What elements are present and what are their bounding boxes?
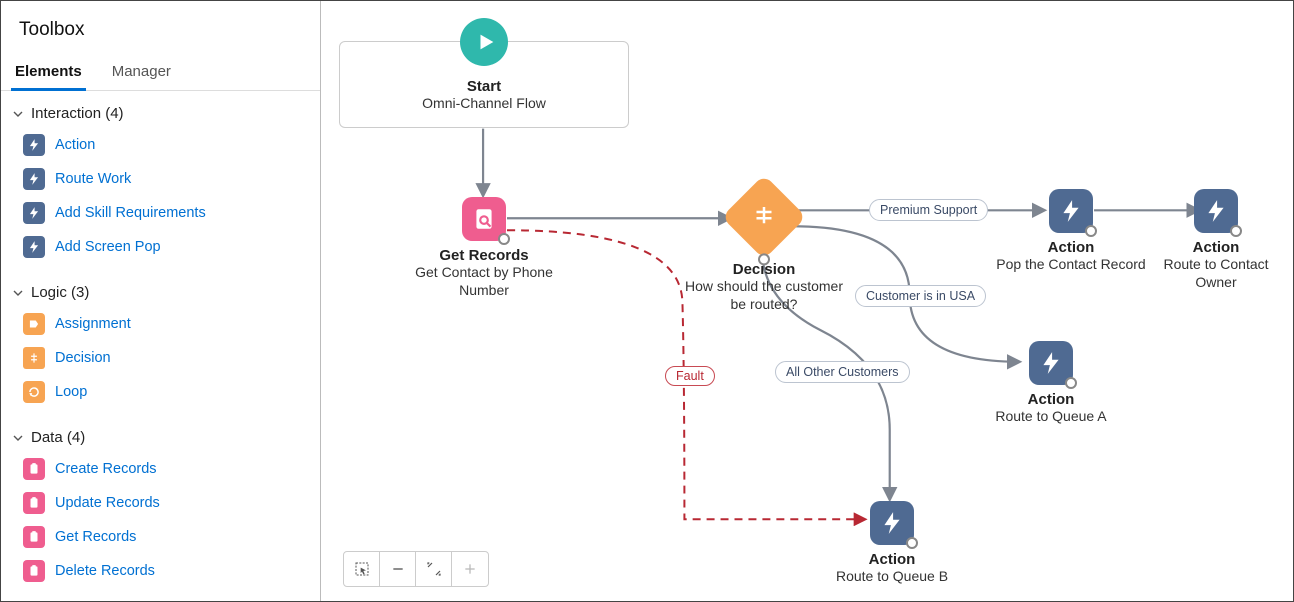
category-header-interaction[interactable]: Interaction (4): [13, 101, 310, 126]
edge-label-all-other-customers[interactable]: All Other Customers: [775, 361, 910, 383]
sidebar-item-add-screen-pop[interactable]: Add Screen Pop: [21, 230, 310, 264]
clipboard-icon: [23, 560, 45, 582]
chevron-down-icon: [13, 288, 23, 298]
sidebar-item-label: Update Records: [55, 495, 160, 511]
category-label: Data (4): [31, 429, 85, 446]
flow-canvas[interactable]: Start Omni-Channel Flow Get Records Get …: [321, 1, 1293, 601]
node-subtitle: Route to Contact Owner: [1141, 256, 1291, 291]
canvas-toolbar: [343, 551, 489, 587]
node-pop-contact[interactable]: Action Pop the Contact Record: [986, 189, 1156, 274]
connector-handle[interactable]: [1230, 225, 1242, 237]
zoom-out-button[interactable]: [380, 552, 416, 586]
sidebar-item-label: Action: [55, 137, 95, 153]
chevron-down-icon: [13, 109, 23, 119]
node-route-queue-a[interactable]: Action Route to Queue A: [966, 341, 1136, 426]
category-label: Logic (3): [31, 284, 89, 301]
select-tool-button[interactable]: [344, 552, 380, 586]
minus-icon: [390, 561, 406, 577]
node-get-records[interactable]: Get Records Get Contact by Phone Number: [399, 197, 569, 299]
chevron-down-icon: [13, 433, 23, 443]
collapse-icon: [426, 561, 442, 577]
node-subtitle: Pop the Contact Record: [996, 256, 1145, 274]
bolt-icon: [23, 236, 45, 258]
node-route-queue-b[interactable]: Action Route to Queue B: [807, 501, 977, 586]
category-interaction: Interaction (4) Action Route Work Add Sk…: [1, 91, 320, 270]
clipboard-icon: [23, 458, 45, 480]
sidebar-item-update-records[interactable]: Update Records: [21, 486, 310, 520]
node-title: Action: [1048, 239, 1095, 256]
connector-handle[interactable]: [906, 537, 918, 549]
connector-handle[interactable]: [758, 253, 770, 265]
category-header-logic[interactable]: Logic (3): [13, 280, 310, 305]
bolt-icon: [23, 134, 45, 156]
connector-handle[interactable]: [1085, 225, 1097, 237]
toolbox-sidebar: Toolbox Elements Manager Interaction (4)…: [1, 1, 321, 601]
sidebar-item-label: Create Records: [55, 461, 157, 477]
sidebar-item-label: Add Screen Pop: [55, 239, 161, 255]
marquee-icon: [354, 561, 370, 577]
node-title: Action: [869, 551, 916, 568]
tab-elements[interactable]: Elements: [11, 55, 86, 90]
sidebar-item-loop[interactable]: Loop: [21, 375, 310, 409]
fit-to-screen-button[interactable]: [416, 552, 452, 586]
sidebar-item-label: Decision: [55, 350, 111, 366]
category-label: Interaction (4): [31, 105, 124, 122]
sidebar-item-get-records[interactable]: Get Records: [21, 520, 310, 554]
plus-icon: [462, 561, 478, 577]
assignment-icon: [23, 313, 45, 335]
bolt-icon: [23, 168, 45, 190]
sidebar-item-decision[interactable]: Decision: [21, 341, 310, 375]
node-title: Get Records: [439, 247, 528, 264]
play-icon: [460, 18, 508, 66]
node-subtitle: Route to Queue B: [836, 568, 948, 586]
sidebar-item-label: Get Records: [55, 529, 136, 545]
decision-icon: [23, 347, 45, 369]
category-data: Data (4) Create Records Update Records G…: [1, 415, 320, 594]
node-route-contact-owner[interactable]: Action Route to Contact Owner: [1141, 189, 1291, 291]
sidebar-item-label: Add Skill Requirements: [55, 205, 206, 221]
clipboard-icon: [23, 526, 45, 548]
category-logic: Logic (3) Assignment Decision Loop: [1, 270, 320, 415]
sidebar-item-add-skill-requirements[interactable]: Add Skill Requirements: [21, 196, 310, 230]
node-title: Action: [1028, 391, 1075, 408]
sidebar-item-label: Assignment: [55, 316, 131, 332]
node-subtitle: Route to Queue A: [995, 408, 1106, 426]
toolbox-title: Toolbox: [1, 15, 320, 55]
clipboard-icon: [23, 492, 45, 514]
node-subtitle: How should the customer be routed?: [679, 278, 849, 313]
zoom-in-button[interactable]: [452, 552, 488, 586]
toolbox-tabs: Elements Manager: [1, 55, 320, 91]
node-title: Start: [467, 78, 501, 95]
loop-icon: [23, 381, 45, 403]
node-subtitle: Omni-Channel Flow: [422, 95, 546, 113]
sidebar-item-assignment[interactable]: Assignment: [21, 307, 310, 341]
sidebar-item-label: Loop: [55, 384, 87, 400]
bolt-icon: [23, 202, 45, 224]
edge-label-customer-in-usa[interactable]: Customer is in USA: [855, 285, 986, 307]
connector-handle[interactable]: [498, 233, 510, 245]
tab-manager[interactable]: Manager: [108, 55, 175, 90]
sidebar-item-action[interactable]: Action: [21, 128, 310, 162]
sidebar-item-label: Delete Records: [55, 563, 155, 579]
sidebar-item-route-work[interactable]: Route Work: [21, 162, 310, 196]
node-decision[interactable]: Decision How should the customer be rout…: [679, 187, 849, 313]
sidebar-item-delete-records[interactable]: Delete Records: [21, 554, 310, 588]
node-subtitle: Get Contact by Phone Number: [399, 264, 569, 299]
category-header-data[interactable]: Data (4): [13, 425, 310, 450]
edge-label-premium-support[interactable]: Premium Support: [869, 199, 988, 221]
node-title: Action: [1193, 239, 1240, 256]
sidebar-item-create-records[interactable]: Create Records: [21, 452, 310, 486]
connector-handle[interactable]: [1065, 377, 1077, 389]
node-start[interactable]: Start Omni-Channel Flow: [339, 41, 629, 128]
edge-label-fault[interactable]: Fault: [665, 366, 715, 386]
sidebar-item-label: Route Work: [55, 171, 131, 187]
